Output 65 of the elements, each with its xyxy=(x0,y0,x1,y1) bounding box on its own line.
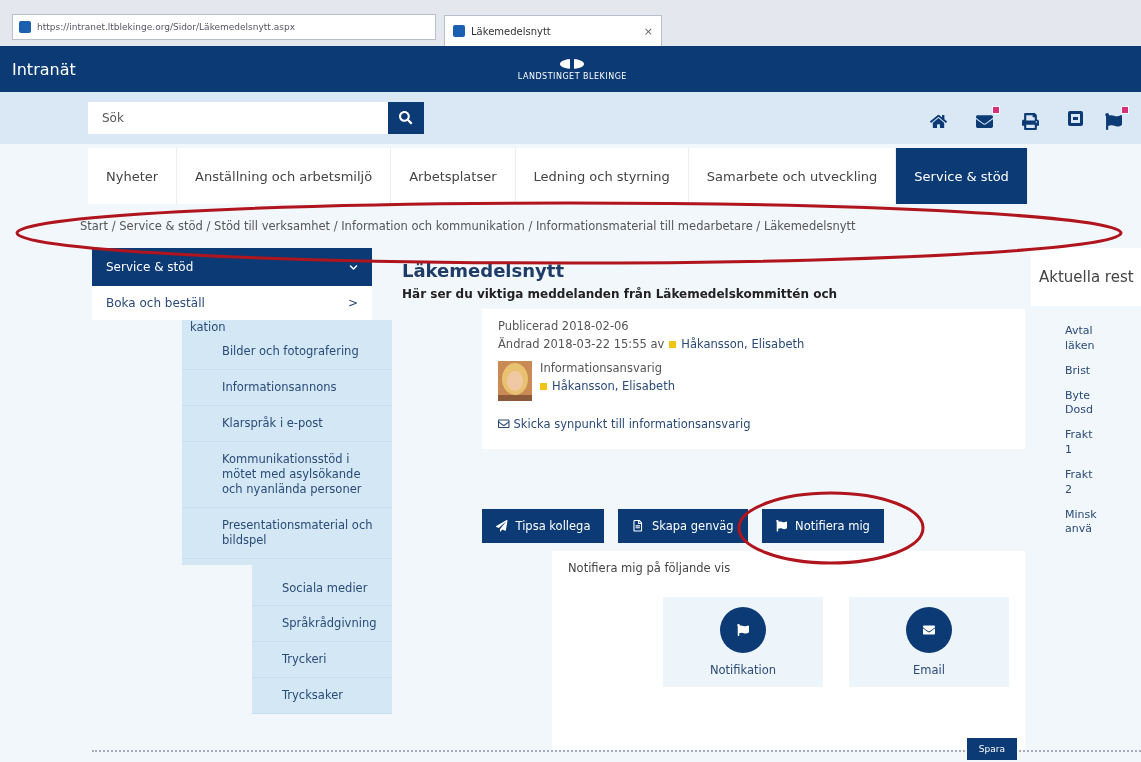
submenu-heading[interactable]: kation xyxy=(182,320,392,334)
logo-text: LANDSTINGET BLEKINGE xyxy=(517,71,627,81)
sidebar-header[interactable]: Service & stöd xyxy=(92,248,372,286)
search-button[interactable] xyxy=(388,102,424,134)
address-bar[interactable]: https://intranet.ltblekinge.org/Sidor/Läkemedelsnytt.aspx xyxy=(12,14,436,40)
nav-tab[interactable]: Arbetsplatser xyxy=(391,148,516,204)
envelope-icon xyxy=(498,418,510,430)
logo-icon xyxy=(559,57,586,70)
submenu-item[interactable]: Klarspråk i e-post xyxy=(182,405,392,442)
search-field[interactable]: Sök xyxy=(88,102,388,134)
document-icon xyxy=(632,520,644,532)
notify-option[interactable]: Notifikation xyxy=(663,597,823,687)
news-link[interactable]: Frakt 2 xyxy=(1065,467,1141,498)
envelope-icon xyxy=(923,624,935,636)
site-title: Intranät xyxy=(12,59,76,79)
news-link[interactable]: Frakt 1 xyxy=(1065,428,1141,458)
status-icon xyxy=(540,382,547,390)
site-icon xyxy=(19,21,31,33)
arrow-icon: > xyxy=(347,296,358,310)
site-icon xyxy=(453,25,465,37)
panel-title: Aktuella rest xyxy=(1039,268,1134,286)
article-title: Läkemedelsnytt xyxy=(402,260,565,281)
paper-plane-icon xyxy=(496,520,508,532)
author-link[interactable]: Håkansson, Elisabeth xyxy=(681,337,805,351)
flag-icon[interactable] xyxy=(1105,106,1129,130)
action-button[interactable]: Notifiera mig xyxy=(761,509,884,543)
status-icon xyxy=(669,340,677,348)
square-icon[interactable] xyxy=(1068,110,1083,126)
news-link[interactable]: Brist xyxy=(1065,363,1141,379)
submenu-item[interactable]: Språkrådgivning xyxy=(252,606,392,643)
submenu-item[interactable]: Trycksaker xyxy=(252,678,392,715)
contact-role: Informationsansvarig xyxy=(540,361,663,375)
action-button[interactable]: Tipsa kollega xyxy=(482,509,605,543)
news-link[interactable]: Byte Dosd xyxy=(1065,388,1141,419)
submenu-item[interactable]: Sociala medier xyxy=(252,570,392,607)
news-link[interactable]: Minsk anvä xyxy=(1065,507,1141,538)
nav-tab[interactable]: Service & stöd xyxy=(896,148,1028,204)
breadcrumb: Start / Service & stöd / Stöd till verksamhet / Information och kommunikation / Informationsmaterial till medarbetare / Läkemedelsnytt xyxy=(80,219,856,233)
flag-icon xyxy=(737,624,749,636)
nav-tab[interactable]: Anställning och arbetsmiljö xyxy=(177,148,392,204)
browser-tab[interactable]: Läkemedelsnytt × xyxy=(444,15,662,46)
search-icon xyxy=(399,111,413,125)
notify-option[interactable]: Email xyxy=(849,597,1009,687)
tab-close[interactable]: × xyxy=(643,24,653,38)
submenu-item[interactable]: Presentationsmaterial och bildspel xyxy=(182,507,392,559)
submenu-item[interactable]: Tryckeri xyxy=(252,642,392,679)
submenu-item[interactable]: Kommunikationsstöd i mötet med asylsökande och nyanlända personer xyxy=(182,441,392,508)
changed-date: Ändrad 2018-03-22 15:55 av xyxy=(498,337,665,351)
submenu-item[interactable]: Informationsannons xyxy=(182,369,392,406)
nav-tab[interactable]: Nyheter xyxy=(88,148,178,204)
notify-heading: Notifiera mig på följande vis xyxy=(568,561,732,575)
chevron-icon xyxy=(349,262,358,272)
nav-tab[interactable]: Samarbete och utveckling xyxy=(688,148,897,204)
mail-icon[interactable] xyxy=(976,106,1000,130)
news-link[interactable]: Avtal läken xyxy=(1065,324,1141,354)
flag-icon xyxy=(775,520,788,532)
nav-tab[interactable]: Ledning och styrning xyxy=(515,148,689,204)
submenu-item[interactable]: Bilder och fotografering xyxy=(182,334,392,370)
save-button[interactable]: Spara xyxy=(966,738,1017,760)
published-date: Publicerad 2018-02-06 xyxy=(498,319,630,333)
action-button[interactable]: Skapa genväg xyxy=(618,509,748,543)
article-lead: Här ser du viktiga meddelanden från Läkemedelskommittén och xyxy=(402,287,839,301)
feedback-link[interactable]: Skicka synpunkt till informationsansvarig xyxy=(498,417,1009,431)
contact-link[interactable]: Håkansson, Elisabeth xyxy=(552,379,675,393)
sidebar-item[interactable]: Boka och beställ > xyxy=(92,286,372,320)
